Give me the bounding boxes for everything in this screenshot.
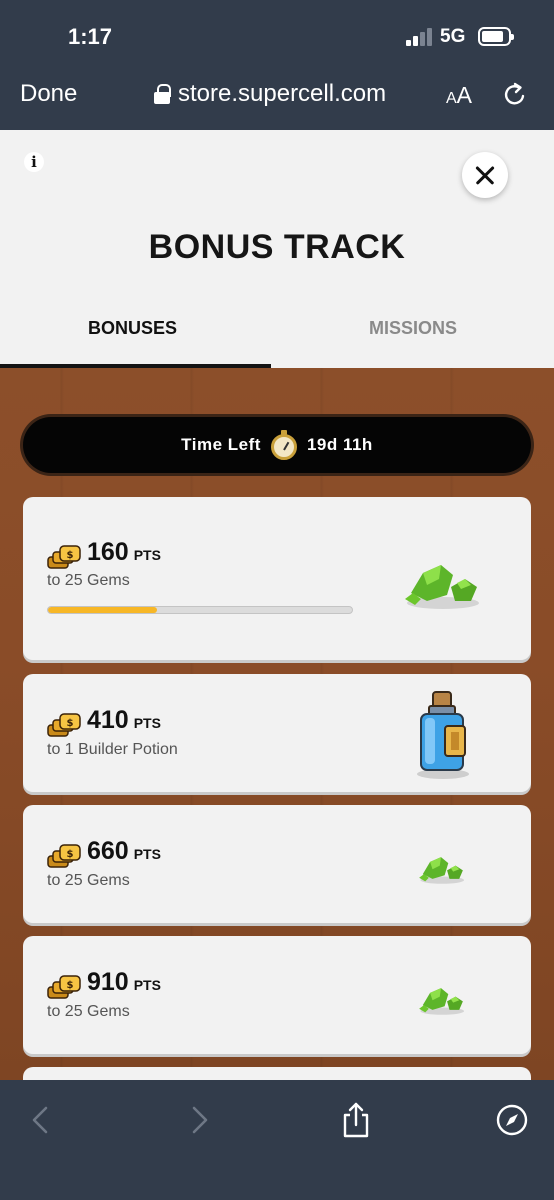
tab-missions[interactable]: MISSIONS: [369, 318, 457, 339]
reward-text: to 25 Gems: [47, 1003, 130, 1020]
page-title: BONUS TRACK: [148, 228, 406, 266]
reload-icon[interactable]: [502, 82, 528, 108]
reward-text: to 25 Gems: [47, 572, 130, 589]
address-bar[interactable]: store.supercell.com: [154, 80, 386, 108]
svg-text:$: $: [67, 980, 74, 991]
svg-text:$: $: [67, 550, 74, 561]
share-icon[interactable]: [336, 1100, 376, 1140]
stopwatch-icon: [270, 430, 297, 460]
reader-text-size-button[interactable]: AA: [446, 82, 472, 109]
coins-icon: $: [47, 713, 81, 737]
forward-icon[interactable]: [180, 1100, 220, 1140]
reward-text: to 25 Gems: [47, 872, 130, 889]
bonus-card[interactable]: $ 660 PTS to 25 Gems: [23, 805, 531, 923]
browser-toolbar: [0, 1080, 554, 1200]
progress-fill: [48, 607, 158, 613]
gem-pile-icon: [419, 988, 465, 1015]
network-type: 5G: [440, 26, 466, 47]
points-value: 660 PTS: [87, 837, 161, 865]
points-value: 160 PTS: [87, 538, 161, 566]
compass-icon[interactable]: [492, 1100, 532, 1140]
status-time: 1:17: [68, 24, 113, 49]
signal-icon: [406, 28, 434, 46]
time-left-value: 19d 11h: [306, 435, 373, 454]
svg-text:$: $: [67, 718, 74, 729]
svg-text:$: $: [67, 849, 74, 860]
lock-icon: [154, 84, 171, 104]
coins-icon: $: [47, 844, 81, 868]
tab-bonuses[interactable]: BONUSES: [88, 318, 177, 339]
progress-bar: [47, 606, 353, 614]
coins-icon: $: [47, 975, 81, 999]
bonus-card[interactable]: $ 160 PTS to 25 Gems: [23, 497, 531, 660]
reward-text: to 1 Builder Potion: [47, 741, 178, 758]
bonus-card[interactable]: $ 410 PTS to 1 Builder Potion: [23, 674, 531, 792]
coins-icon: $: [47, 545, 81, 569]
points-value: 410 PTS: [87, 706, 161, 734]
time-left-label: Time Left: [181, 435, 261, 454]
points-value: 910 PTS: [87, 968, 161, 996]
close-button[interactable]: [462, 152, 508, 198]
browser-chrome: 1:17 5G Done store.supercell.com AA: [0, 0, 554, 130]
back-icon[interactable]: [20, 1100, 60, 1140]
done-button[interactable]: Done: [20, 80, 77, 108]
gem-pile-icon: [419, 857, 465, 884]
url-text: store.supercell.com: [178, 80, 387, 107]
battery-icon: [478, 27, 514, 46]
builder-potion-icon: [417, 691, 469, 779]
time-left-banner: Time Left 19d 11h: [23, 417, 531, 473]
bonus-card[interactable]: $ 910 PTS to 25 Gems: [23, 936, 531, 1054]
info-icon[interactable]: i: [24, 152, 44, 172]
gem-pile-icon: [405, 565, 479, 609]
